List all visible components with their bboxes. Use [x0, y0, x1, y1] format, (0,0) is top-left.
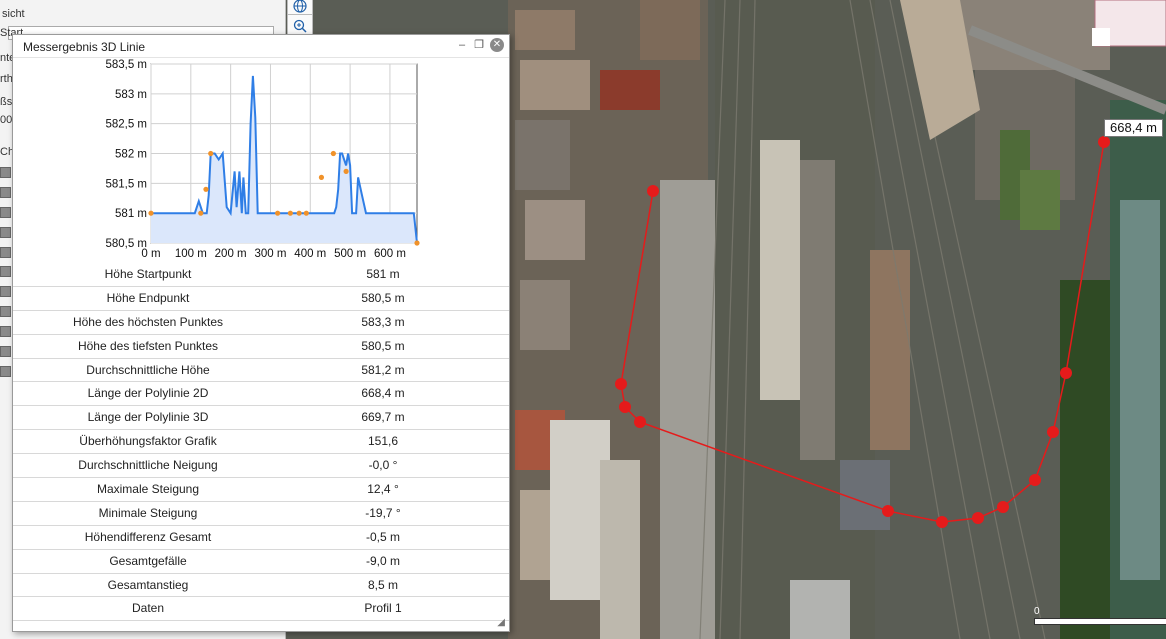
vertex-marker: [330, 150, 336, 157]
y-tick-label: 583,5 m: [105, 59, 147, 71]
layer-checkbox[interactable]: [0, 167, 11, 178]
vertex-marker: [303, 210, 309, 216]
table-row: Höhe des tiefsten Punktes 580,5 m: [13, 335, 509, 359]
table-row: Überhöhungsfaktor Grafik 151,6: [13, 430, 509, 455]
x-tick-label: 400 m: [294, 248, 326, 260]
window-titlebar[interactable]: Messergebnis 3D Linie – ❐ ✕: [13, 35, 509, 58]
row-label: Höhendifferenz Gesamt: [84, 529, 212, 544]
row-value: -0,5 m: [365, 529, 400, 544]
table-row: Durchschnittliche Höhe 581,2 m: [13, 359, 509, 383]
vertex-marker: [414, 240, 420, 246]
row-value: 12,4 °: [367, 482, 399, 497]
panel-fragment: 00: [0, 114, 13, 126]
row-value: 669,7 m: [361, 410, 405, 425]
row-value: 581,2 m: [361, 362, 405, 377]
row-label: Höhe des höchsten Punktes: [72, 314, 224, 329]
row-label: Maximale Steigung: [96, 482, 200, 497]
row-value: 581 m: [366, 267, 400, 281]
scale-zero-label: 0: [1034, 606, 1040, 617]
vertex-marker: [275, 210, 281, 216]
x-tick-label: 200 m: [215, 248, 247, 260]
row-value: -0,0 °: [368, 458, 398, 473]
table-row: Daten Profil 1: [13, 597, 509, 622]
table-row: Minimale Steigung -19,7 °: [13, 502, 509, 526]
vertex-marker: [203, 186, 209, 192]
row-label: Daten: [131, 601, 165, 616]
measurement-result-window[interactable]: Messergebnis 3D Linie – ❐ ✕ 583,5 m 583 m…: [12, 34, 510, 632]
layer-checkbox[interactable]: [0, 187, 11, 198]
row-value: 8,5 m: [367, 577, 398, 592]
row-value: -19,7 °: [365, 505, 401, 520]
x-tick-label: 0 m: [141, 248, 160, 260]
vertex-marker: [318, 174, 325, 180]
y-tick-label: 581,5 m: [105, 178, 147, 190]
y-tick-label: 581 m: [115, 208, 147, 220]
measurement-table: Höhe Startpunkt 581 m Höhe Endpunkt 580,5 m…: [13, 263, 509, 622]
layer-checkbox[interactable]: [0, 207, 11, 218]
table-row: Länge der Polylinie 2D 668,4 m: [13, 382, 509, 407]
row-value: 580,5 m: [361, 338, 405, 353]
window-title: Messergebnis 3D Linie: [23, 40, 146, 54]
distance-label: 668,4 m: [1104, 119, 1163, 137]
row-label: Gesamtanstieg: [107, 577, 189, 592]
restore-button[interactable]: ❐: [472, 38, 486, 52]
row-label: Höhe Startpunkt: [104, 267, 192, 281]
resize-grip-icon[interactable]: ◢: [497, 617, 505, 628]
x-tick-label: 600 m: [374, 248, 406, 260]
row-label: Länge der Polylinie 2D: [87, 386, 209, 401]
table-row: Höhendifferenz Gesamt -0,5 m: [13, 526, 509, 550]
layer-checkbox[interactable]: [0, 306, 11, 317]
layer-checkbox[interactable]: [0, 326, 11, 337]
panel-fragment: ßs: [0, 96, 13, 108]
layer-checkbox[interactable]: [0, 266, 11, 277]
x-tick-label: 300 m: [254, 248, 286, 260]
layer-checkbox[interactable]: [0, 346, 11, 357]
layer-checkbox[interactable]: [0, 366, 11, 377]
vertex-marker: [208, 150, 214, 157]
row-label: Gesamtgefälle: [109, 553, 187, 568]
row-label: Höhe des tiefsten Punktes: [77, 338, 219, 353]
minimize-button[interactable]: –: [455, 38, 469, 52]
table-row: Höhe des höchsten Punktes 583,3 m: [13, 311, 509, 335]
table-row: Länge der Polylinie 3D 669,7 m: [13, 406, 509, 431]
y-tick-label: 583 m: [115, 89, 147, 101]
y-tick-label: 582 m: [115, 149, 147, 161]
panel-fragment: rth: [0, 73, 13, 85]
elevation-profile-chart: 583,5 m583 m582,5 m582 m581,5 m581 m580,…: [105, 59, 420, 260]
layer-checkbox[interactable]: [0, 247, 11, 258]
row-value: -9,0 m: [365, 553, 400, 568]
y-tick-label: 582,5 m: [105, 119, 147, 131]
vertex-marker: [148, 210, 154, 216]
x-tick-label: 100 m: [175, 248, 207, 260]
table-row: Maximale Steigung 12,4 °: [13, 478, 509, 502]
panel-heading-fragment: sicht: [2, 8, 25, 20]
row-label: Länge der Polylinie 3D: [87, 410, 209, 425]
row-value: 668,4 m: [361, 386, 405, 401]
vertex-marker: [198, 210, 204, 216]
row-value: 583,3 m: [361, 314, 405, 329]
row-label: Höhe Endpunkt: [106, 290, 190, 305]
table-row: Durchschnittliche Neigung -0,0 °: [13, 454, 509, 479]
table-row: Gesamtanstieg 8,5 m: [13, 574, 509, 598]
row-label: Minimale Steigung: [98, 505, 198, 520]
table-row: Gesamtgefälle -9,0 m: [13, 550, 509, 574]
table-row: Höhe Endpunkt 580,5 m: [13, 287, 509, 311]
layer-checkbox[interactable]: [0, 227, 11, 238]
scale-bar: [1034, 618, 1166, 625]
table-row: Höhe Startpunkt 581 m: [13, 263, 509, 287]
row-value: 580,5 m: [361, 290, 405, 305]
row-label: Überhöhungsfaktor Grafik: [79, 434, 217, 449]
vertex-marker: [287, 210, 293, 216]
x-tick-label: 500 m: [334, 248, 366, 260]
layer-checkbox[interactable]: [0, 286, 11, 297]
vertex-marker: [343, 168, 349, 174]
close-button[interactable]: ✕: [490, 38, 504, 52]
row-label: Durchschnittliche Höhe: [86, 362, 210, 377]
vertex-marker: [296, 210, 302, 216]
row-value: Profil 1: [364, 601, 402, 616]
row-value: 151,6: [367, 434, 399, 449]
row-label: Durchschnittliche Neigung: [78, 458, 218, 473]
